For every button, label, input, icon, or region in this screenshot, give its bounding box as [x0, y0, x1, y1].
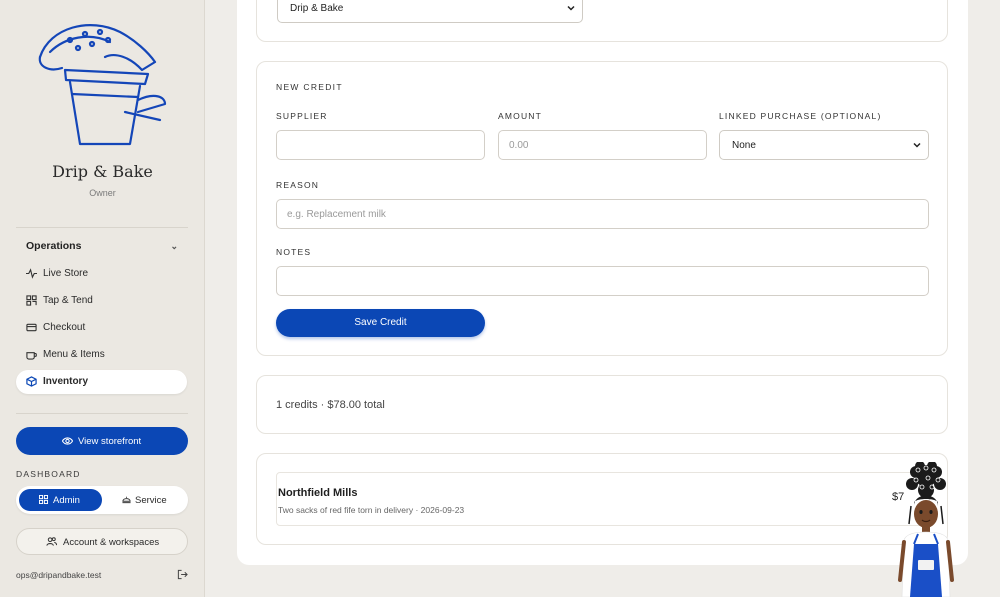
card-icon: [26, 323, 37, 332]
credits-list-card: Northfield Mills Two sacks of red fife t…: [256, 453, 948, 545]
cloche-icon: [122, 496, 131, 504]
qr-icon: [26, 295, 37, 306]
reason-input[interactable]: e.g. Replacement milk: [276, 199, 929, 229]
view-storefront-label: View storefront: [78, 436, 142, 447]
croissant-cup-logo: [38, 24, 167, 146]
account-workspaces-button[interactable]: Account & workspaces: [16, 528, 188, 555]
chevron-down-icon: [567, 5, 575, 11]
credits-summary: 1 credits · $78.00 total: [276, 399, 385, 411]
sidebar: Drip & Bake Owner Operations ⌄ Live Stor…: [0, 0, 205, 597]
logout-icon[interactable]: [177, 569, 188, 580]
sidebar-item-live-store[interactable]: Live Store: [16, 262, 187, 286]
supplier-input[interactable]: [276, 130, 485, 160]
users-icon: [46, 537, 57, 546]
dashboard-mode-toggle: Admin Service: [16, 486, 188, 514]
grid-icon: [39, 495, 48, 504]
brand-role: Owner: [89, 188, 116, 198]
pulse-icon: [26, 268, 37, 279]
mode-admin-label: Admin: [53, 495, 80, 506]
mode-admin-button[interactable]: Admin: [19, 489, 102, 511]
notes-input[interactable]: [276, 266, 929, 296]
amount-input[interactable]: 0.00: [498, 130, 707, 160]
account-workspaces-label: Account & workspaces: [63, 537, 160, 548]
box-icon: [26, 376, 37, 387]
store-select-value: Drip & Bake: [290, 3, 344, 14]
list-item[interactable]: Northfield Mills Two sacks of red fife t…: [276, 472, 930, 526]
sidebar-item-label: Menu & Items: [43, 349, 105, 360]
view-storefront-button[interactable]: View storefront: [16, 427, 188, 455]
sidebar-item-label: Inventory: [43, 376, 89, 387]
sidebar-item-label: Live Store: [43, 268, 89, 279]
credits-summary-card: 1 credits · $78.00 total: [256, 375, 948, 434]
mode-service-label: Service: [135, 495, 167, 506]
sidebar-item-label: Checkout: [43, 322, 86, 333]
credit-supplier: Northfield Mills: [278, 487, 358, 499]
operations-label: Operations: [26, 240, 82, 252]
credit-meta: Two sacks of red fife torn in delivery ·…: [278, 505, 465, 515]
reason-placeholder: e.g. Replacement milk: [287, 209, 386, 220]
linked-purchase-select[interactable]: None: [719, 130, 929, 160]
new-credit-title: NEW CREDIT: [276, 82, 343, 92]
divider: [16, 227, 188, 228]
sidebar-item-inventory[interactable]: Inventory: [16, 370, 187, 394]
brand-name: Drip & Bake: [52, 162, 153, 181]
dashboard-label: DASHBOARD: [16, 469, 81, 479]
reason-label: REASON: [276, 180, 320, 190]
barista-mascot-illustration: [898, 462, 954, 597]
operations-section-toggle[interactable]: Operations ⌄: [26, 240, 182, 256]
sidebar-item-checkout[interactable]: Checkout: [16, 316, 187, 340]
eye-icon: [62, 437, 73, 445]
linked-purchase-value: None: [732, 140, 756, 151]
notes-label: NOTES: [276, 247, 312, 257]
cup-icon: [26, 352, 37, 360]
new-credit-card: NEW CREDIT SUPPLIER AMOUNT 0.00 LINKED P…: [256, 61, 948, 356]
save-credit-label: Save Credit: [354, 317, 407, 328]
sidebar-item-menu-items[interactable]: Menu & Items: [16, 343, 187, 367]
chevron-down-icon: [913, 142, 921, 148]
chevron-down-icon: ⌄: [170, 241, 178, 251]
store-select-card: Drip & Bake: [256, 0, 948, 42]
amount-placeholder: 0.00: [509, 140, 529, 151]
user-email: ops@dripandbake.test: [16, 570, 102, 580]
amount-label: AMOUNT: [498, 111, 543, 121]
sidebar-item-label: Tap & Tend: [43, 295, 93, 306]
save-credit-button[interactable]: Save Credit: [276, 309, 485, 337]
supplier-label: SUPPLIER: [276, 111, 328, 121]
divider: [16, 413, 188, 414]
sidebar-item-tap-tend[interactable]: Tap & Tend: [16, 289, 187, 313]
mode-service-button[interactable]: Service: [106, 489, 185, 511]
store-select[interactable]: Drip & Bake: [277, 0, 583, 23]
linked-purchase-label: LINKED PURCHASE (OPTIONAL): [719, 111, 882, 121]
